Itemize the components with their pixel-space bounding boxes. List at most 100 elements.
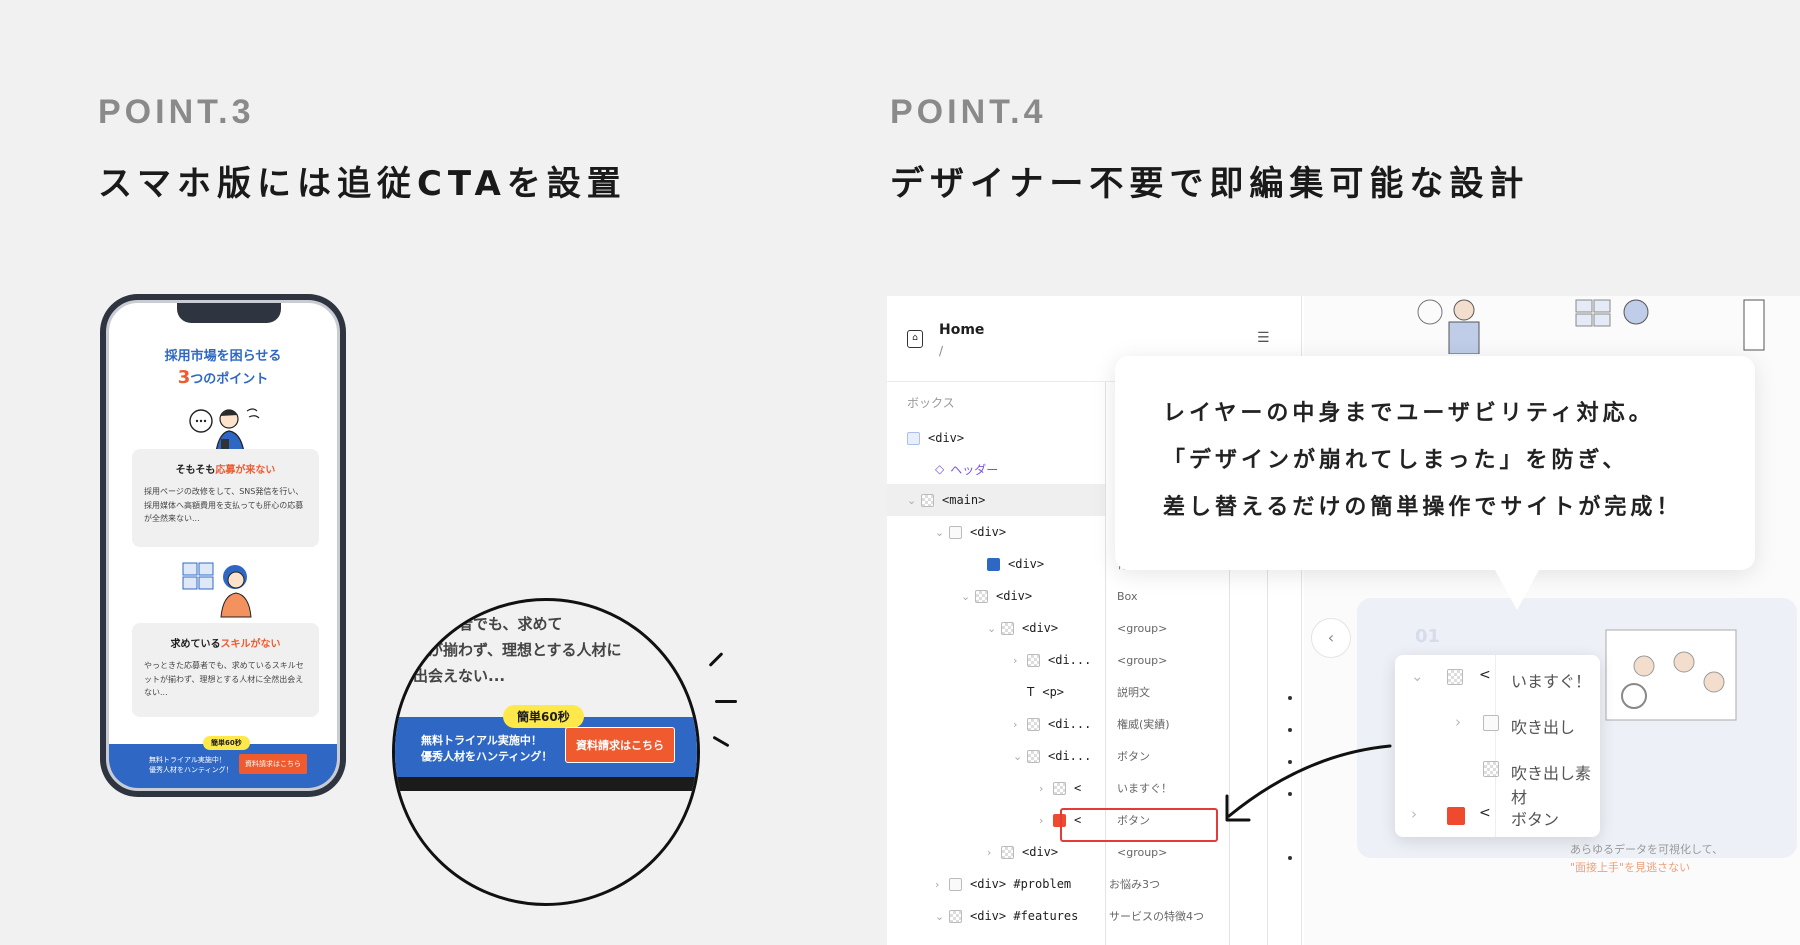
chevron-down-icon: ⌄ (1411, 667, 1424, 685)
layer-tag: <div> #problem (970, 877, 1072, 891)
layer-value: 説明文 (1117, 686, 1150, 699)
layer-row[interactable]: <div>背景 (987, 548, 1139, 580)
component-icon: ◇ (935, 462, 945, 476)
zoom-cta-line2: 優秀人材をハンティング！ (421, 750, 553, 763)
layer-tag: <di... (1048, 653, 1092, 667)
card-1-title-pre: そもそも (175, 465, 216, 476)
layer-tag: <div> #features (970, 909, 1079, 923)
popup-label: 吹き出し (1511, 718, 1576, 737)
chevron-down-icon: ⌄ (935, 909, 945, 923)
box-icon (1053, 781, 1066, 795)
chevron-right-icon: › (1013, 717, 1018, 731)
layer-value: <group> (1117, 653, 1168, 667)
phone-heading-rest: つのポイント (190, 372, 269, 387)
box-icon (975, 589, 988, 603)
layer-row[interactable]: › < いますぐ！ (1039, 772, 1172, 804)
phone-mockup: 採用市場を困らせる 3つのポイント そもそも応募が来ない 採用ページの改修をして… (100, 294, 346, 797)
phone-cta-line2: 優秀人材をハンティング！ (149, 765, 233, 774)
chevron-down-icon: ⌄ (907, 493, 917, 507)
phone-sticky-cta: 簡単60秒 無料トライアル実施中！ 優秀人材をハンティング！ 資料請求はこちら (109, 736, 337, 788)
layer-tag: <div> (1008, 557, 1045, 571)
box-icon (949, 525, 962, 539)
layer-row[interactable]: ◇ ヘッダー (935, 453, 998, 485)
collapse-left-button[interactable]: ‹ (1311, 618, 1351, 658)
zoom-text: も応募者でも、求めて トが揃わず、理想とする人材に 出会えない... (413, 611, 622, 689)
chevron-down-icon: ⌄ (1013, 749, 1023, 763)
layer-row[interactable]: <div> (907, 422, 964, 454)
zoom-text-3: 出会えない... (413, 667, 506, 685)
popup-row[interactable]: ⌄ < いますぐ！ (1395, 655, 1600, 701)
popup-tag: < (1479, 667, 1491, 683)
point3-label: POINT.3 (98, 93, 255, 131)
bubble-line2: 「デザインが崩れてしまった」を防ぎ、 (1163, 448, 1629, 473)
layer-value: いますぐ！ (1117, 782, 1172, 795)
speech-bubble: レイヤーの中身までユーザビリティ対応。 「デザインが崩れてしまった」を防ぎ、 差… (1115, 356, 1755, 610)
preview-line1: あらゆるデータを可視化して、 (1570, 843, 1724, 856)
preview-line2: "面接上手"を見逃さない (1570, 860, 1691, 874)
layer-row[interactable]: T <p> 説明文 (1027, 676, 1150, 708)
emphasis-ray (708, 652, 724, 667)
zoom-text-1: も応募者でも、求めて (413, 615, 563, 633)
layer-tag: <div> (970, 525, 1007, 539)
popup-row[interactable]: 吹き出し素材 (1395, 747, 1600, 807)
phone-cta-badge: 簡単60秒 (203, 736, 250, 750)
layer-row[interactable]: › <di... <group> (1013, 644, 1167, 676)
popup-label: いますぐ！ (1511, 672, 1592, 691)
box-icon (907, 431, 920, 445)
phone-subheading: 3つのポイント (109, 367, 337, 388)
phone-heading-number: 3 (177, 367, 191, 388)
box-icon (949, 909, 962, 923)
settings-sliders-icon[interactable]: ☰ (1257, 330, 1270, 346)
point4-label: POINT.4 (890, 93, 1047, 131)
visibility-dot (1288, 728, 1292, 732)
popup-row[interactable]: › 吹き出し (1395, 701, 1600, 747)
zoom-circle: も応募者でも、求めて トが揃わず、理想とする人材に 出会えない... 簡単60秒… (392, 598, 700, 906)
layer-tag: ヘッダー (950, 462, 999, 477)
emphasis-ray (712, 735, 730, 748)
layer-row[interactable]: ⌄ <div> (935, 516, 1006, 548)
point3-title: スマホ版には追従CTAを設置 (98, 164, 627, 204)
phone-card-1-title: そもそも応募が来ない (144, 461, 307, 476)
box-icon (1483, 715, 1499, 731)
visibility-dot (1288, 696, 1292, 700)
zoom-text-2: トが揃わず、理想とする人材に (413, 641, 622, 659)
layer-tag: <div> (996, 589, 1033, 603)
column-header-box: ボックス (907, 396, 955, 410)
chevron-down-icon: ⌄ (961, 589, 971, 603)
popup-label: ボタン (1511, 810, 1560, 829)
layer-row[interactable]: ⌄ <div> Box (961, 580, 1137, 612)
layer-row[interactable]: › <di... 権威(実績) (1013, 708, 1170, 740)
layer-row[interactable]: ⌄ <di... ボタン (1013, 740, 1150, 772)
layer-value: <group> (1117, 621, 1168, 635)
text-icon: T (1027, 685, 1035, 699)
layer-row[interactable]: ⌄ <div> <group> (987, 612, 1167, 644)
popup-row[interactable]: › < ボタン (1395, 793, 1600, 839)
box-icon (1483, 761, 1499, 777)
zoom-cta-button[interactable]: 資料請求はこちら (565, 727, 675, 763)
box-icon (949, 877, 962, 891)
phone-cta-line1: 無料トライアル実施中！ (149, 756, 226, 764)
card-1-title-em: 応募が来ない (215, 465, 276, 476)
layer-value: ボタン (1117, 750, 1150, 763)
zoom-cta-bar: 簡単60秒 無料トライアル実施中！ 優秀人材をハンティング！ 資料請求はこちら (395, 705, 697, 791)
layer-row[interactable]: ⌄ <main> (887, 484, 1105, 516)
layer-row[interactable]: › <div> #problem お悩み3つ (935, 868, 1160, 900)
box-icon (1447, 669, 1463, 685)
chevron-down-icon: ⌄ (935, 525, 945, 539)
layer-row[interactable]: ⌄ <div> #features サービスの特徴4つ (935, 900, 1204, 932)
zoom-cta-badge: 簡単60秒 (503, 705, 584, 728)
layer-row[interactable]: › <div> <group> (987, 836, 1167, 868)
layer-tag: <div> (928, 431, 965, 445)
box-icon (987, 557, 1000, 571)
layer-value: サービスの特徴4つ (1109, 910, 1204, 923)
zoom-cta-text: 無料トライアル実施中！ 優秀人材をハンティング！ (421, 733, 552, 765)
layer-tag: <di... (1048, 749, 1092, 763)
layer-tag: <div> (1022, 621, 1059, 635)
layer-tag: <div> (1022, 845, 1059, 859)
phone-heading: 採用市場を困らせる (164, 349, 282, 364)
preview-illustration (1417, 299, 1765, 354)
layer-tag: < (1074, 781, 1082, 795)
chevron-right-icon: › (1039, 813, 1044, 827)
phone-cta-button[interactable]: 資料請求はこちら (239, 754, 307, 774)
confused-person-illustration (182, 562, 252, 618)
